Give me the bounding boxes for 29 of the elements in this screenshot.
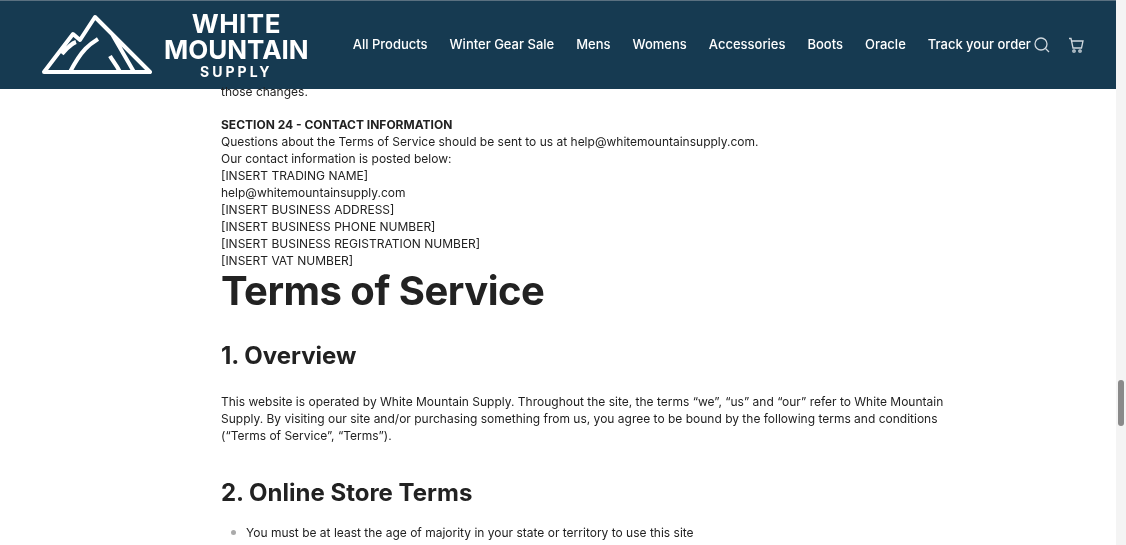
page-title: Terms of Service [221, 269, 546, 313]
nav-link[interactable]: Track your order [927, 35, 1031, 55]
mountain-logo-icon [42, 14, 152, 76]
brand-name[interactable]: WHITE MOUNTAIN SUPPLY [164, 11, 309, 79]
nav-link[interactable]: Boots [807, 35, 844, 55]
contact-line: Our contact information is posted below: [221, 150, 453, 167]
bullet-icon [231, 530, 236, 535]
contact-line: Questions about the Terms of Service should be sent to us at help@whitemountainsupply.com. [221, 133, 760, 150]
section-heading: SECTION 24 - CONTACT INFORMATION [221, 116, 454, 133]
contact-line: [INSERT BUSINESS ADDRESS] [221, 201, 396, 218]
nav-link[interactable]: Accessories [708, 35, 786, 55]
nav-link[interactable]: Oracle [865, 35, 906, 55]
section-title: 2. Online Store Terms [221, 478, 474, 508]
contact-line: [INSERT VAT NUMBER] [221, 252, 355, 269]
contact-line: [INSERT BUSINESS REGISTRATION NUMBER] [221, 235, 482, 252]
search-icon[interactable] [1034, 37, 1050, 53]
nav-link[interactable]: Winter Gear Sale [449, 35, 555, 55]
section-title: 1. Overview [221, 341, 358, 371]
scrollbar[interactable] [1116, 0, 1126, 545]
paragraph: This website is operated by White Mountain Supply. Throughout the site, the terms “we”, “us” and “our” refer to White Mountain Supply. By visiting our site and/or purchasing something from us, you agree to be bound by the following terms and conditions (“Terms of Service”, “Terms”). [221, 393, 945, 444]
contact-line: help@whitemountainsupply.com [221, 184, 407, 201]
cart-icon[interactable] [1068, 37, 1084, 53]
list-item: You must be at least the age of majority in your state or territory to use this site [246, 524, 694, 541]
body-text: those changes. [221, 83, 309, 100]
contact-line: [INSERT TRADING NAME] [221, 167, 370, 184]
nav-link[interactable]: Womens [632, 35, 687, 55]
nav-link[interactable]: Mens [576, 35, 611, 55]
contact-line: [INSERT BUSINESS PHONE NUMBER] [221, 218, 437, 235]
nav-link[interactable]: All Products [352, 35, 428, 55]
